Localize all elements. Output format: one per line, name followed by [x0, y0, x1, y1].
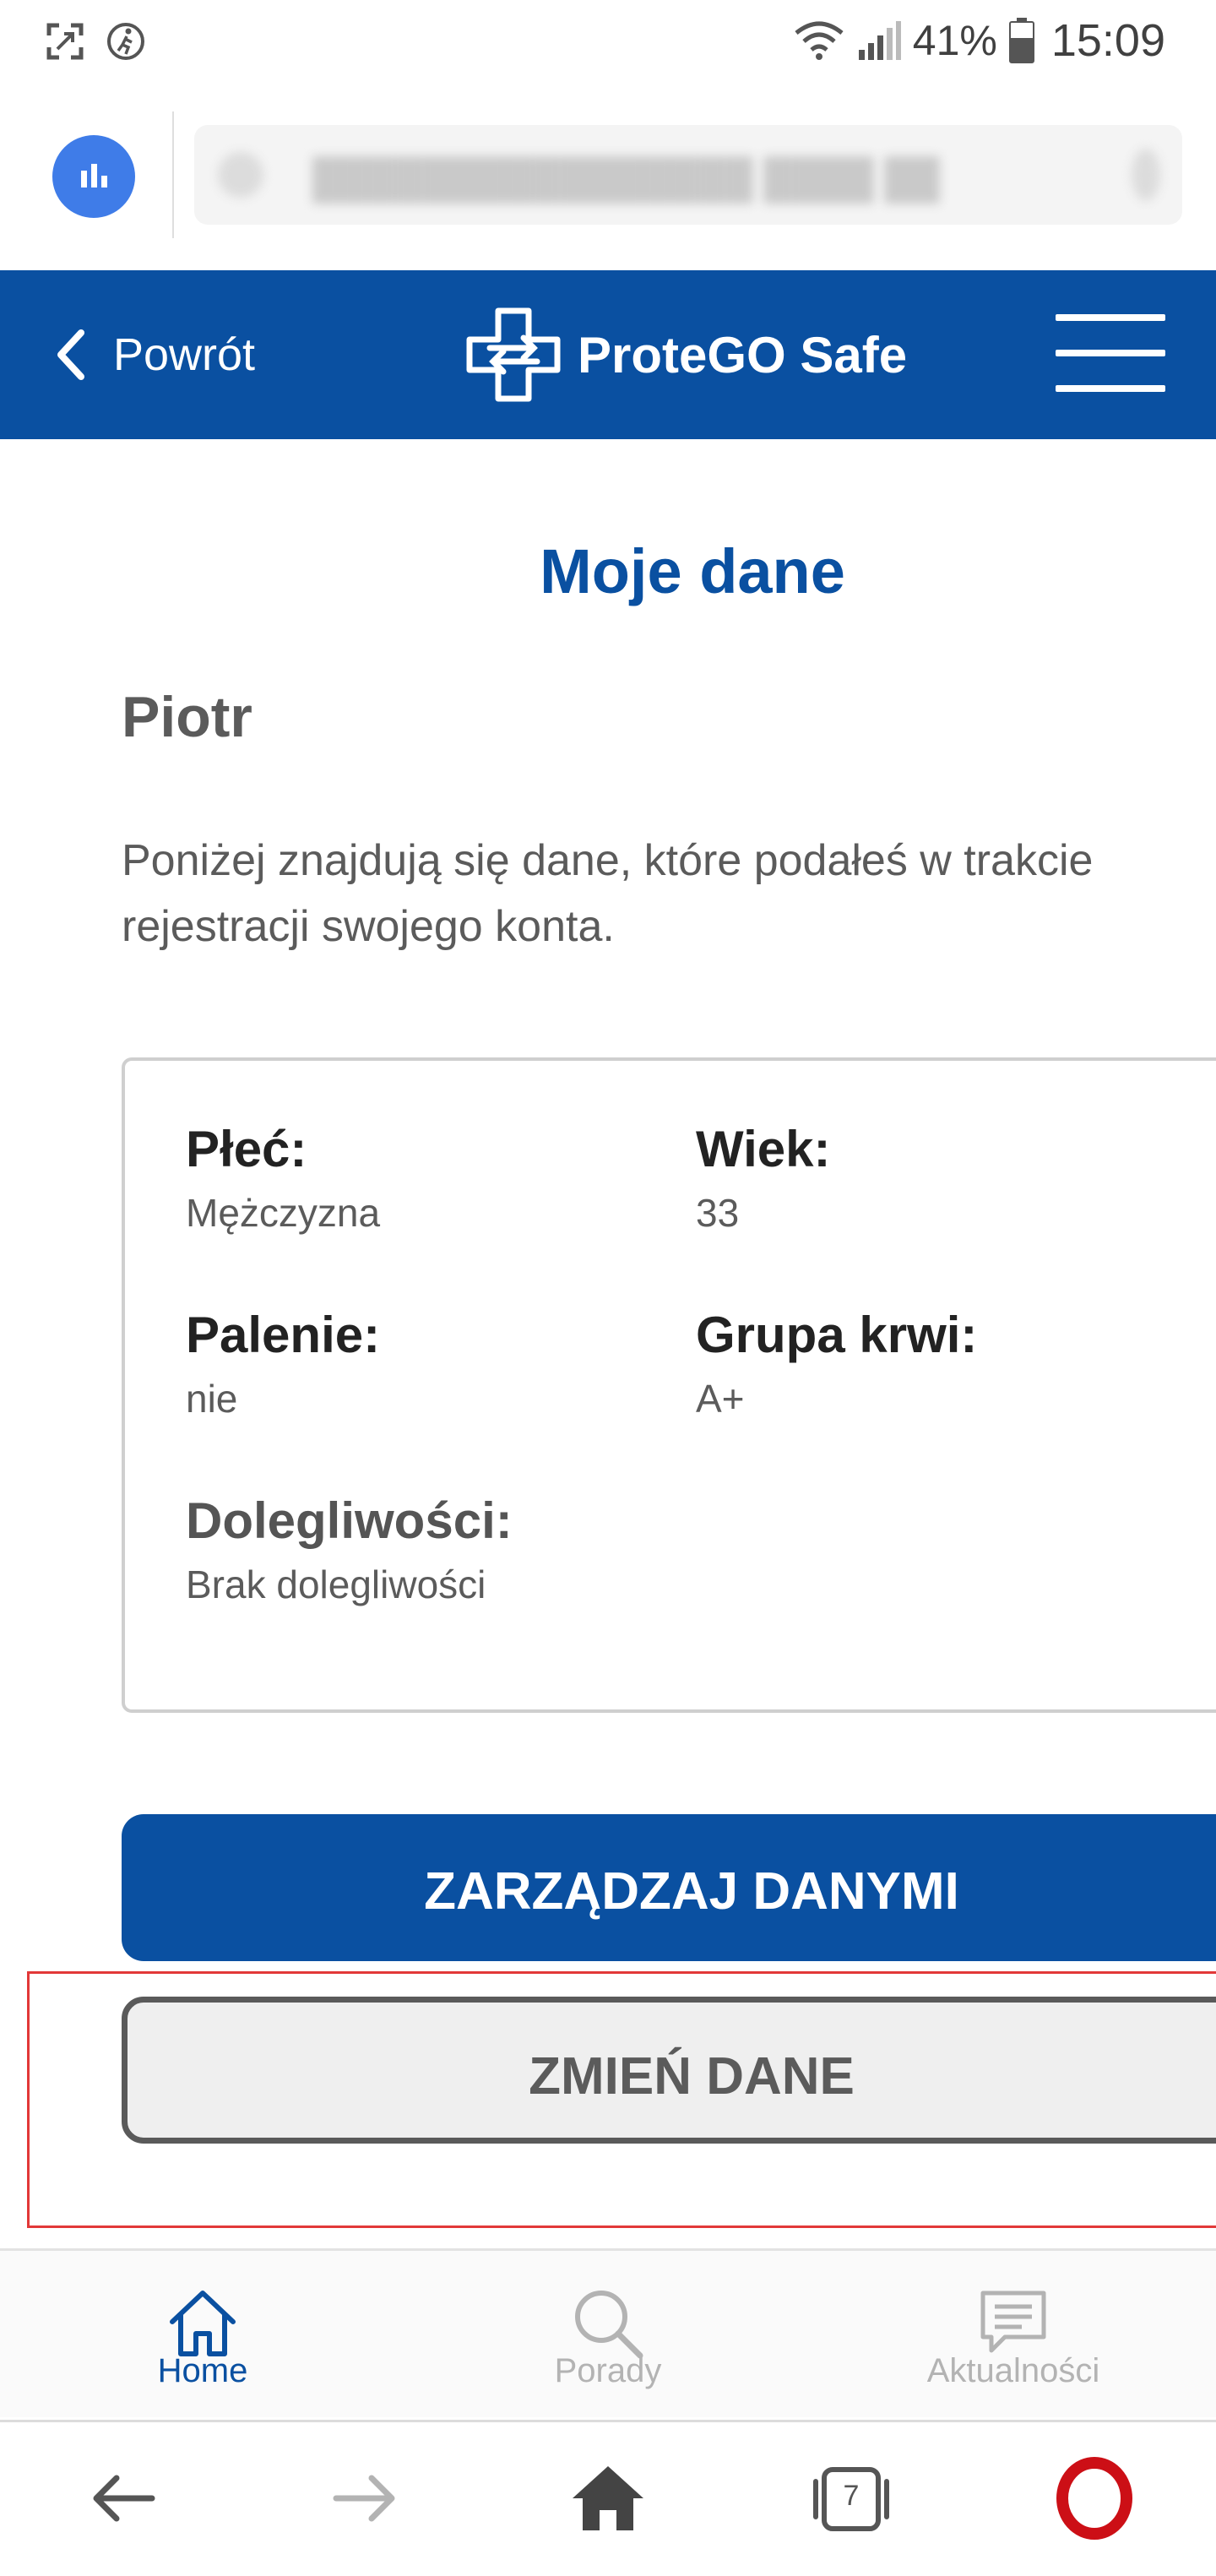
sex-value: Mężczyzna: [186, 1191, 381, 1235]
intro-text: Poniżej znajdują się dane, które podałeś…: [122, 836, 1094, 951]
hamburger-menu-icon[interactable]: [1056, 314, 1165, 399]
sex-field: Płeć: Mężczyzna: [186, 1120, 380, 1236]
age-label: Wiek:: [696, 1121, 831, 1177]
status-bar: 41% 15:09: [0, 0, 1216, 84]
home-icon: [170, 2291, 236, 2356]
message-icon: [980, 2291, 1046, 2353]
smoking-field: Palenie: nie: [186, 1306, 380, 1421]
url-input[interactable]: ████████████████ ████ ██: [194, 125, 1182, 225]
arrow-left-icon[interactable]: [81, 2456, 166, 2541]
manage-data-label: ZARZĄDZAJ DANYMI: [424, 1862, 959, 1921]
running-person-icon: [107, 23, 144, 60]
screen: 41% 15:09 ████████████████ ████ ██ Powró…: [0, 0, 1216, 2576]
home-filled-icon[interactable]: [566, 2456, 650, 2541]
site-info-icon[interactable]: [218, 152, 263, 198]
status-indicators: 41% 15:09: [793, 15, 1165, 66]
app-name: ProteGO Safe: [578, 326, 908, 383]
blood-type-label: Grupa krwi:: [696, 1307, 978, 1363]
nav-home[interactable]: Home: [76, 2251, 329, 2420]
browser-address-bar: ████████████████ ████ ██: [0, 100, 1216, 252]
tabs-button[interactable]: 7: [809, 2456, 893, 2541]
battery-percent: 41%: [912, 17, 997, 64]
arrow-right-icon[interactable]: [323, 2456, 407, 2541]
cross-arrows-logo-icon: [466, 307, 561, 402]
address-bar-divider: [172, 111, 174, 238]
nav-news-label: Aktualności: [926, 2352, 1100, 2389]
age-field: Wiek: 33: [696, 1120, 831, 1236]
tab-count: 7: [843, 2480, 860, 2512]
smoking-label: Palenie:: [186, 1307, 381, 1363]
opera-logo-icon[interactable]: [1052, 2456, 1137, 2541]
more-options-icon[interactable]: [1132, 149, 1160, 201]
ailments-label: Dolegliwości:: [186, 1492, 513, 1549]
battery-icon: [1008, 18, 1034, 63]
wifi-icon: [795, 21, 844, 60]
ailments-field: Dolegliwości: Brak dolegliwości: [186, 1492, 513, 1607]
nav-home-label: Home: [157, 2352, 248, 2389]
browser-toolbar: 7: [0, 2420, 1216, 2576]
clock: 15:09: [1050, 15, 1165, 66]
app-logo: ProteGO Safe: [464, 306, 907, 404]
back-label: Powrót: [113, 329, 256, 380]
nav-tips[interactable]: Porady: [481, 2251, 735, 2420]
chevron-left-icon: [57, 329, 84, 380]
url-text-blurred: ████████████████ ████ ██: [312, 156, 940, 200]
ailments-value: Brak dolegliwości: [186, 1562, 486, 1606]
bottom-navigation: Home Porady Aktualności: [0, 2248, 1216, 2417]
smoking-value: nie: [186, 1377, 238, 1421]
profile-card: Płeć: Mężczyzna Wiek: 33 Palenie: nie Gr…: [122, 1057, 1216, 1713]
manage-data-button[interactable]: ZARZĄDZAJ DANYMI: [122, 1814, 1216, 1961]
change-data-button[interactable]: ZMIEŃ DANE: [122, 1997, 1216, 2144]
app-header: Powrót ProteGO Safe: [0, 270, 1216, 439]
age-value: 33: [696, 1191, 740, 1235]
screenshot-icon: [46, 23, 84, 60]
user-name: Piotr: [122, 685, 252, 749]
search-icon: [575, 2291, 643, 2359]
bar-chart-icon[interactable]: [52, 135, 135, 218]
sex-label: Płeć:: [186, 1121, 307, 1177]
nav-tips-label: Porady: [554, 2352, 662, 2389]
blood-type-value: A+: [696, 1377, 745, 1421]
nav-news[interactable]: Aktualności: [887, 2251, 1140, 2420]
page-title: Moje dane: [540, 536, 845, 606]
change-data-label: ZMIEŃ DANE: [529, 2047, 855, 2106]
blood-type-field: Grupa krwi: A+: [696, 1306, 977, 1421]
signal-icon: [858, 21, 901, 60]
back-button[interactable]: Powrót: [54, 312, 255, 397]
